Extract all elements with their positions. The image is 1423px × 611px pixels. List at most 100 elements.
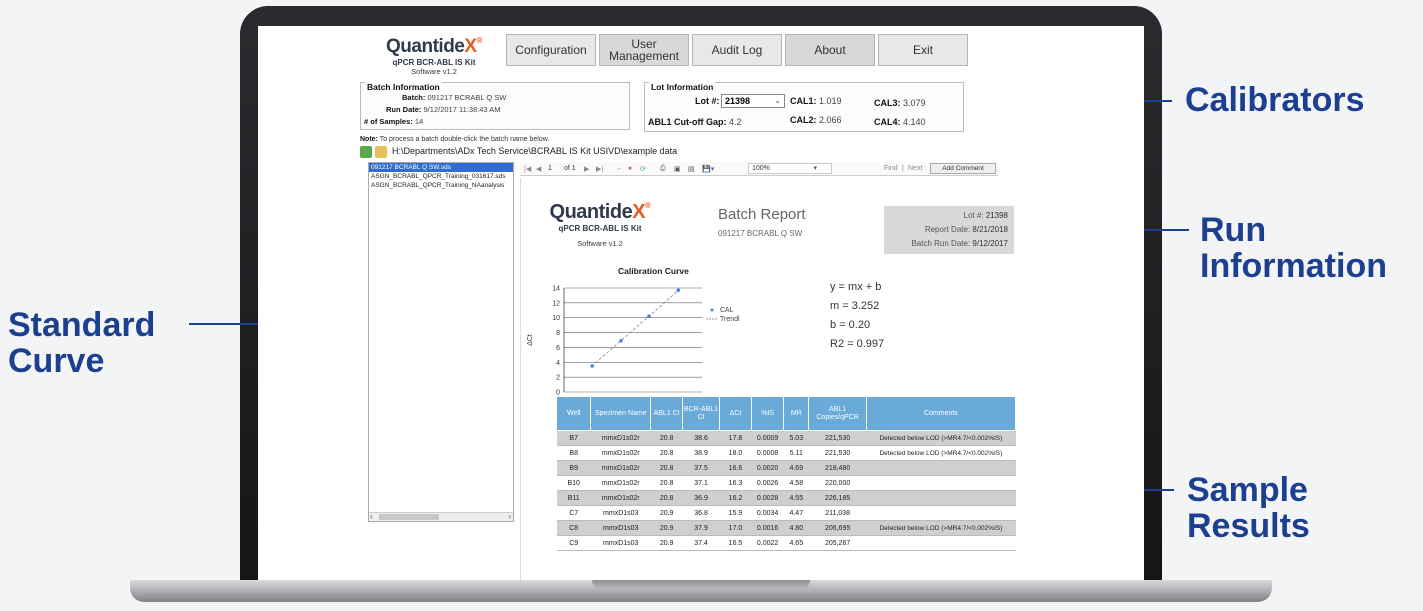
print-icon[interactable]: ⎙: [660, 165, 666, 173]
about-button[interactable]: About: [785, 34, 875, 66]
audit-log-button[interactable]: Audit Log: [692, 34, 782, 66]
table-cell: Detected below LOD (>MR4.7/<0.002%IS): [866, 445, 1016, 461]
y-tick-label: 8: [556, 330, 560, 337]
table-cell: mmxD1s02r: [590, 430, 651, 446]
configuration-button[interactable]: Configuration: [506, 34, 596, 66]
instruction-note: Note: To process a batch double-click th…: [360, 136, 550, 143]
callout-sample-results: Sample Results: [1187, 472, 1310, 544]
batch-list-item[interactable]: ASGN_BCRABL_QPCR_Training_031617.sds: [369, 172, 513, 181]
table-cell: 15.9: [719, 505, 752, 521]
first-page-icon[interactable]: |◀: [524, 165, 531, 173]
next-link[interactable]: Next: [908, 165, 922, 172]
cal4-value: CAL4: 4.140: [874, 117, 926, 127]
back-icon[interactable]: ←: [616, 165, 623, 172]
table-cell: 17.8: [719, 430, 752, 446]
horizontal-scrollbar[interactable]: ‹ ›: [369, 512, 513, 521]
callout-run-information: Run Information: [1200, 212, 1387, 284]
lot-number-dropdown[interactable]: 21398 ⌄: [721, 94, 785, 108]
table-cell: [866, 505, 1016, 521]
report-batch-name: 091217 BCRABL Q SW: [718, 229, 803, 238]
folder-icon[interactable]: [375, 146, 387, 158]
export-icon[interactable]: 💾▾: [702, 165, 714, 173]
prev-page-icon[interactable]: ◀: [536, 165, 541, 173]
table-cell: 205,267: [808, 535, 867, 551]
table-cell: [866, 535, 1016, 551]
table-cell: 221,530: [808, 430, 867, 446]
batch-list-item[interactable]: 091217 BCRABL Q SW.sds: [369, 163, 513, 172]
stop-icon[interactable]: ●: [628, 165, 632, 172]
report-lot: Lot #: 21398: [963, 211, 1009, 220]
batch-list-item[interactable]: ASGN_BCRABL_QPCR_Training_NAanalysis: [369, 181, 513, 190]
y-tick-label: 4: [556, 360, 560, 367]
table-cell: 20.8: [650, 490, 683, 506]
table-cell: 16.3: [719, 475, 752, 491]
table-cell: mmxD1s02r: [590, 475, 651, 491]
results-header-cell: ΔCt: [718, 396, 753, 431]
callout-standard-line1: Standard: [8, 306, 156, 344]
table-cell: 36.8: [682, 505, 720, 521]
lot-number-label: Lot #:: [695, 96, 720, 106]
table-cell: 16.5: [719, 535, 752, 551]
table-cell: 37.4: [682, 535, 720, 551]
chevron-down-icon: ⌄: [774, 96, 781, 105]
table-cell: 20.8: [650, 475, 683, 491]
page-setup-icon[interactable]: ▤: [688, 165, 695, 173]
data-point: [590, 364, 594, 368]
equation-slope: m = 3.252: [830, 300, 880, 312]
scroll-right-icon[interactable]: ›: [508, 512, 511, 521]
cal2-value: CAL2: 2.066: [790, 115, 842, 125]
table-cell: 37.1: [682, 475, 720, 491]
scroll-left-icon[interactable]: ‹: [370, 512, 373, 521]
page-number-input[interactable]: 1: [548, 165, 552, 172]
results-header-cell: Well: [555, 396, 592, 431]
table-cell: 16.6: [719, 460, 752, 476]
add-comment-button[interactable]: Add Comment: [930, 163, 996, 174]
sample-results-table: Well Specimen Name ABL1 Ct BCR-ABL1 Ct ΔCt %I…: [555, 396, 1017, 551]
table-cell: B10: [556, 475, 591, 491]
table-cell: 37.9: [682, 520, 720, 536]
table-cell: 38.6: [682, 430, 720, 446]
equation-formula: y = mx + b: [830, 281, 882, 293]
table-row: B8 mmxD1s02r 20.8 38.9 18.0 0.0008 5.11 221,530…: [556, 445, 1016, 461]
table-cell: 4.69: [783, 460, 809, 476]
lot-information-title: Lot Information: [649, 82, 716, 92]
table-row: C8 mmxD1s03 20.9 37.9 17.0 0.0016 4.80 206,695 D…: [556, 520, 1016, 536]
table-cell: [866, 475, 1016, 491]
table-cell: 5.11: [783, 445, 809, 461]
last-page-icon[interactable]: ▶|: [596, 165, 603, 173]
legend-label-trendline: Trendline: [720, 316, 740, 323]
next-page-icon[interactable]: ▶: [584, 165, 589, 173]
table-cell: 4.55: [783, 490, 809, 506]
refresh-report-icon[interactable]: ⟳: [640, 165, 646, 173]
app-logo: QuantideX® qPCR BCR-ABL IS Kit Software …: [374, 36, 494, 76]
report-title: Batch Report: [718, 206, 806, 223]
table-cell: [866, 460, 1016, 476]
layout-icon[interactable]: ▣: [674, 165, 681, 173]
batch-file-list[interactable]: 091217 BCRABL Q SW.sds ASGN_BCRABL_QPCR_…: [368, 162, 514, 522]
table-cell: 0.0034: [751, 505, 784, 521]
scrollbar-thumb[interactable]: [379, 514, 439, 520]
results-header-cell: ABL1 Copies/qPCR: [808, 396, 867, 431]
report-run-date: Batch Run Date: 9/12/2017: [911, 239, 1008, 248]
results-header-cell: BCR-ABL1 Ct: [682, 396, 720, 431]
equation-r2: R2 = 0.997: [830, 338, 885, 350]
y-tick-label: 14: [552, 286, 560, 293]
equation-intercept: b = 0.20: [830, 319, 871, 331]
trendline: [591, 288, 681, 367]
table-row: B10 mmxD1s02r 20.8 37.1 16.3 0.0026 4.58 220,00…: [556, 475, 1016, 491]
refresh-icon[interactable]: [360, 146, 372, 158]
page-count: of 1: [564, 165, 576, 172]
exit-button[interactable]: Exit: [878, 34, 968, 66]
table-cell: 38.9: [682, 445, 720, 461]
abl1-cutoff-gap: ABL1 Cut-off Gap: 4.2: [648, 117, 742, 127]
table-cell: 218,480: [808, 460, 867, 476]
find-link[interactable]: Find: [884, 165, 898, 172]
table-cell: 20.8: [650, 445, 683, 461]
table-cell: C8: [556, 520, 591, 536]
callout-standard-curve: Standard Curve: [8, 307, 155, 379]
callout-standard-line2: Curve: [8, 342, 105, 380]
zoom-dropdown[interactable]: 100% ▾: [748, 163, 832, 174]
table-cell: 0.0020: [751, 460, 784, 476]
table-row: B11 mmxD1s02r 20.8 36.9 16.2 0.0028 4.55 226,18…: [556, 490, 1016, 506]
user-management-button[interactable]: User Management: [599, 34, 689, 66]
